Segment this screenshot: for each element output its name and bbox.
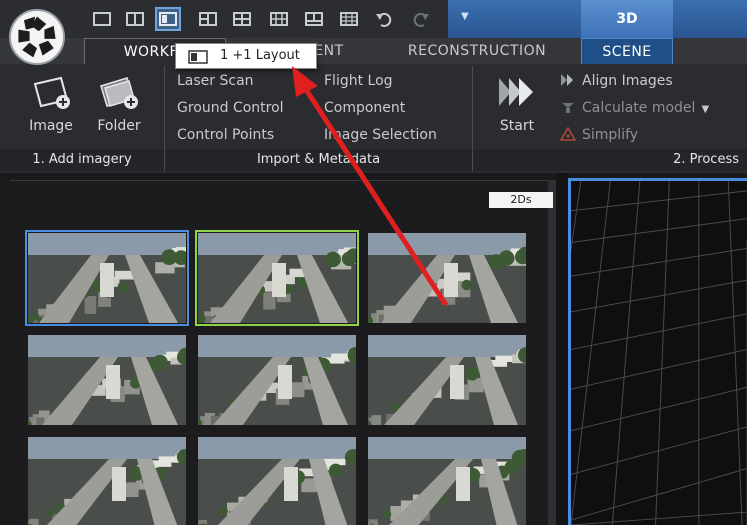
calculate-model-icon [560,100,576,114]
gallery-scrollbar[interactable] [548,180,556,525]
folder-add-icon [97,72,141,112]
image-thumbnail[interactable] [28,437,186,525]
simplify-button[interactable]: Simplify [559,125,639,145]
scene-grid [571,181,747,525]
tab-reconstruction[interactable]: RECONSTRUCTION [392,38,562,64]
left-panel-layout-icon[interactable] [197,9,219,29]
scene-3d-viewport[interactable] [568,178,747,525]
start-label: Start [499,118,535,134]
top-bottom-layout-icon[interactable] [303,9,325,29]
image-thumbnail[interactable] [28,335,186,425]
single-view-layout-icon[interactable] [91,9,113,29]
add-image-label: Image [29,118,73,134]
image-thumbnail[interactable] [368,335,526,425]
simplify-icon [559,126,577,141]
image-thumbnail[interactable] [198,437,356,525]
calculate-model-dropdown-icon[interactable]: ▼ [701,104,709,115]
group-label-process: 2. Process [473,149,747,171]
six-grid-layout-icon[interactable] [268,9,290,29]
image-thumbnail[interactable] [25,230,189,326]
align-images-icon [560,73,576,87]
four-grid-layout-icon[interactable] [231,9,253,29]
component-button[interactable]: Component [324,98,405,118]
one-plus-one-layout-icon[interactable] [155,7,181,31]
control-points-button[interactable]: Control Points [177,125,274,145]
group-label-import-metadata: Import & Metadata [165,149,472,171]
view-mode-badge[interactable]: 2Ds [489,192,553,208]
panel-divider[interactable] [556,173,568,525]
laser-scan-button[interactable]: Laser Scan [177,71,254,91]
two-column-layout-icon[interactable] [124,9,146,29]
nine-grid-layout-icon[interactable] [338,9,360,29]
tooltip-text: 1 +1 Layout [220,48,300,63]
image-selection-button[interactable]: Image Selection [324,125,437,145]
start-button[interactable]: Start [486,68,548,140]
ground-control-button[interactable]: Ground Control [177,98,284,118]
group-label-add-imagery: 1. Add imagery [0,149,164,171]
simplify-label: Simplify [582,127,639,143]
add-folder-label: Folder [97,118,141,134]
calculate-model-button[interactable]: Calculate model ▼ [560,98,709,118]
flight-log-button[interactable]: Flight Log [324,71,393,91]
one-plus-one-layout-icon [188,49,208,64]
layout-tooltip: 1 +1 Layout [175,43,317,69]
align-images-label: Align Images [582,73,673,89]
image-thumbnail[interactable] [195,230,359,326]
contextual-tab-3d[interactable]: 3D [581,0,673,38]
redo-icon[interactable] [410,9,432,29]
align-images-button[interactable]: Align Images [560,71,673,91]
image-thumbnail[interactable] [368,233,526,323]
quick-access-dropdown-icon[interactable]: ▼ [461,11,469,22]
image-thumbnail[interactable] [198,335,356,425]
undo-icon[interactable] [373,9,395,29]
add-folder-button[interactable]: Folder [88,68,150,140]
calculate-model-label: Calculate model [582,100,696,116]
image-add-icon [29,72,73,112]
tab-scene[interactable]: SCENE [581,38,673,64]
image-thumbnail[interactable] [368,437,526,525]
start-play-icon [495,72,539,112]
app-logo-icon[interactable] [9,9,65,65]
add-image-button[interactable]: Image [20,68,82,140]
